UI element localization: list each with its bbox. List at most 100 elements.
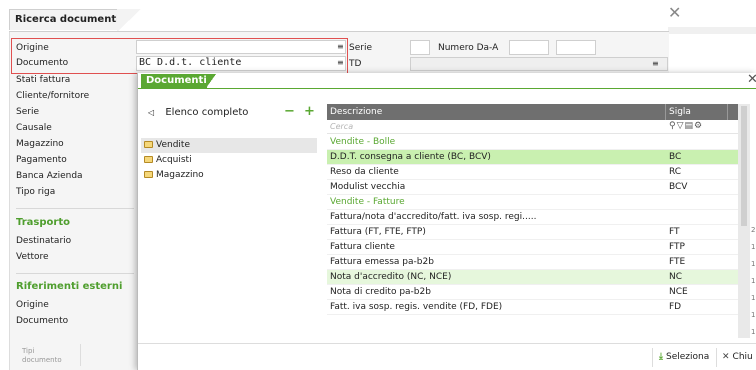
row-descrizione: Modulist vecchia <box>330 182 406 192</box>
numero-a-input[interactable] <box>556 40 596 55</box>
footer-divider <box>716 348 717 367</box>
tree-item-label: Magazzino <box>156 170 204 180</box>
riferimenti-title: Riferimenti esterni <box>16 281 123 292</box>
close-icon[interactable]: ✕ <box>747 73 756 86</box>
close-icon[interactable]: ✕ <box>668 5 681 21</box>
tree-header[interactable]: ◁ Elenco completo <box>148 107 248 118</box>
dialog-tab: Documenti <box>141 74 207 88</box>
tab-bar: Ricerca documenti ✕ <box>0 0 756 32</box>
search-placeholder: Cerca <box>330 122 354 131</box>
back-arrow-icon[interactable]: ◁ <box>148 108 154 117</box>
grid-filter-row[interactable]: Cerca ⚲▽▤⚙ <box>327 120 738 134</box>
row-descrizione: Fattura (FT, FTE, FTP) <box>330 227 426 237</box>
vettore-label: Vettore <box>16 252 49 262</box>
rif-documento-label: Documento <box>16 316 69 326</box>
numero-da-input[interactable] <box>509 40 549 55</box>
chiudi-label: Chiu <box>732 352 753 362</box>
side-number: 1 <box>751 328 756 336</box>
table-row[interactable]: Fattura (FT, FTE, FTP) FT <box>327 225 738 240</box>
tree-item-magazzino[interactable]: Magazzino <box>141 168 317 183</box>
table-row[interactable]: Fattura emessa pa-b2b FTE <box>327 255 738 270</box>
row-descrizione: Nota di credito pa-b2b <box>330 287 431 297</box>
row-sigla: RC <box>669 167 682 177</box>
table-row[interactable]: Fattura cliente FTP <box>327 240 738 255</box>
section-divider <box>16 208 134 209</box>
dialog-title: Documenti <box>146 75 207 86</box>
folder-icon <box>144 171 153 178</box>
row-sigla: FD <box>669 302 682 312</box>
section-divider <box>16 273 134 274</box>
table-row[interactable]: Nota di credito pa-b2b NCE <box>327 285 738 300</box>
td-menu-icon[interactable]: ≡ <box>652 59 659 68</box>
row-descrizione: Vendite - Fatture <box>330 197 405 207</box>
table-row[interactable]: Fatt. iva sosp. regis. vendite (FD, FDE)… <box>327 300 738 315</box>
tipi-documento-tab[interactable]: Tipi documento <box>22 347 62 365</box>
tab-title: Ricerca documenti <box>15 14 120 25</box>
numero-label: Numero Da-A <box>438 43 499 53</box>
table-row[interactable]: Fattura/nota d'accredito/fatt. iva sosp.… <box>327 210 738 225</box>
row-sigla: FTP <box>669 242 685 252</box>
table-row[interactable]: Nota d'accredito (NC, NCE) NC <box>327 270 738 285</box>
grid-scrollbar[interactable] <box>738 104 750 338</box>
seleziona-button[interactable]: ⤓ Seleziona <box>659 352 709 362</box>
col-divider <box>727 104 728 120</box>
row-descrizione: Fatt. iva sosp. regis. vendite (FD, FDE) <box>330 302 503 312</box>
serie-input[interactable] <box>410 40 430 55</box>
top-right-band <box>668 27 756 34</box>
filter-toolbar-icons[interactable]: ⚲▽▤⚙ <box>669 121 703 131</box>
row-sigla: NCE <box>669 287 688 297</box>
tipi-line1: Tipi <box>22 347 35 355</box>
table-row[interactable]: Vendite - Fatture <box>327 195 738 210</box>
left-label-magazzino: Magazzino <box>16 139 64 149</box>
tree-item-acquisti[interactable]: Acquisti <box>141 153 317 168</box>
td-label: TD <box>349 59 362 69</box>
add-icon[interactable]: + <box>304 104 315 119</box>
chiudi-button[interactable]: ✕ Chiu <box>722 352 753 362</box>
left-label-cliente-fornitore: Cliente/fornitore <box>16 91 90 101</box>
table-row[interactable]: Vendite - Bolle <box>327 135 738 150</box>
tree-item-label: Vendite <box>156 140 190 150</box>
row-descrizione: Fattura cliente <box>330 242 395 252</box>
dialog-titlebar: Documenti ✕ <box>138 73 756 88</box>
row-descrizione: D.D.T. consegna a cliente (BC, BCV) <box>330 152 491 162</box>
serie-label: Serie <box>349 43 372 53</box>
tipi-line2: documento <box>22 356 62 364</box>
left-label-serie: Serie <box>16 107 39 117</box>
table-row[interactable]: Modulist vecchia BCV <box>327 180 738 195</box>
table-row[interactable]: Reso da cliente RC <box>327 165 738 180</box>
td-input[interactable] <box>410 57 668 71</box>
left-label-causale: Causale <box>16 123 52 133</box>
row-descrizione: Vendite - Bolle <box>330 137 396 147</box>
seleziona-label: Seleziona <box>665 352 710 362</box>
bottom-tab-divider <box>80 344 81 366</box>
folder-icon <box>144 156 153 163</box>
col-descrizione[interactable]: Descrizione <box>330 107 382 117</box>
row-sigla: BC <box>669 152 682 162</box>
close-icon: ✕ <box>722 352 730 362</box>
row-descrizione: Fattura emessa pa-b2b <box>330 257 434 267</box>
side-number: 2 <box>751 226 756 234</box>
folder-icon <box>144 141 153 148</box>
footer-divider <box>652 348 653 367</box>
tree-header-label: Elenco completo <box>165 107 249 118</box>
left-label-banca-azienda: Banca Azienda <box>16 171 83 181</box>
left-label-stati-fattura: Stati fattura <box>16 75 71 85</box>
tree-item-vendite[interactable]: Vendite <box>141 138 317 153</box>
table-row[interactable]: D.D.T. consegna a cliente (BC, BCV) BC <box>327 150 738 165</box>
dialog-footer: ⤓ Seleziona ✕ Chiu <box>138 343 756 370</box>
row-sigla: NC <box>669 272 683 282</box>
col-sigla[interactable]: Sigla <box>669 107 691 117</box>
row-descrizione: Nota d'accredito (NC, NCE) <box>330 272 452 282</box>
left-label-pagamento: Pagamento <box>16 155 67 165</box>
highlight-box <box>11 38 348 74</box>
tree-item-label: Acquisti <box>156 155 192 165</box>
dialog-title-underline <box>138 88 756 89</box>
col-divider <box>665 104 666 120</box>
side-number: 1 <box>751 311 756 319</box>
select-icon: ⤓ <box>659 352 663 362</box>
collapse-icon[interactable]: − <box>284 104 295 119</box>
trasporto-title: Trasporto <box>16 217 70 228</box>
side-number: 1 <box>751 294 756 302</box>
row-sigla: FT <box>669 227 680 237</box>
scrollbar-thumb[interactable] <box>741 106 747 226</box>
